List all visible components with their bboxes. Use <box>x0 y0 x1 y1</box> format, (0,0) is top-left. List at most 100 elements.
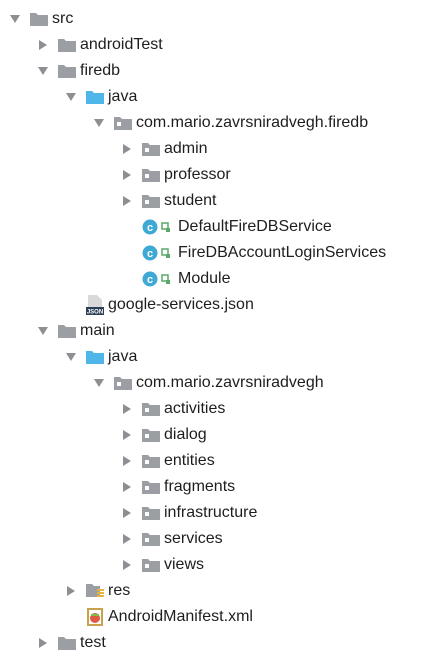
svg-text:JSON: JSON <box>87 310 103 316</box>
expand-arrow-icon[interactable] <box>64 90 78 104</box>
tree-row-professor[interactable]: professor <box>120 162 231 188</box>
tree-row-defaultfiredbservice[interactable]: c DefaultFireDBService <box>120 214 332 240</box>
tree-item-label: java <box>108 88 138 105</box>
tree-row-res[interactable]: res <box>64 578 130 604</box>
package-icon <box>142 505 160 521</box>
expand-arrow-icon[interactable] <box>36 64 50 78</box>
package-icon <box>114 115 132 131</box>
folder-blue-icon <box>86 349 104 365</box>
collapse-arrow-icon[interactable] <box>36 38 50 52</box>
project-tree: src androidTest firedb java com.mario.zavrsn… <box>0 0 442 663</box>
tree-row-firedb[interactable]: firedb <box>36 58 120 84</box>
tree-item-label: student <box>164 192 217 209</box>
collapse-arrow-icon[interactable] <box>120 168 134 182</box>
tree-item-label: androidTest <box>80 36 163 53</box>
collapse-arrow-icon[interactable] <box>120 194 134 208</box>
class-icon: c <box>142 271 174 287</box>
tree-row-views[interactable]: views <box>120 552 204 578</box>
package-icon <box>142 141 160 157</box>
tree-item-label: professor <box>164 166 231 183</box>
tree-row-infrastructure[interactable]: infrastructure <box>120 500 257 526</box>
tree-row-entities[interactable]: entities <box>120 448 215 474</box>
package-icon <box>142 427 160 443</box>
tree-row-services[interactable]: services <box>120 526 223 552</box>
manifest-file-icon <box>86 608 104 626</box>
tree-row-module[interactable]: c Module <box>120 266 230 292</box>
expand-arrow-icon[interactable] <box>64 350 78 364</box>
tree-item-label: services <box>164 530 223 547</box>
tree-row-com-mario-zavrsniradvegh[interactable]: com.mario.zavrsniradvegh <box>92 370 324 396</box>
class-icon: c <box>142 219 174 235</box>
tree-row-test[interactable]: test <box>36 630 106 656</box>
folder-blue-icon <box>86 89 104 105</box>
tree-row-src[interactable]: src <box>8 6 73 32</box>
tree-row-admin[interactable]: admin <box>120 136 208 162</box>
package-icon <box>114 375 132 391</box>
package-icon <box>142 557 160 573</box>
tree-item-label: fragments <box>164 478 236 495</box>
tree-row-google-services-json[interactable]: JSON google-services.json <box>64 292 254 318</box>
expand-arrow-icon[interactable] <box>92 376 106 390</box>
tree-row-fragments[interactable]: fragments <box>120 474 235 500</box>
tree-item-label: com.mario.zavrsniradvegh <box>136 374 324 391</box>
collapse-arrow-icon[interactable] <box>120 428 134 442</box>
folder-gray-icon <box>30 11 48 27</box>
folder-gray-icon <box>58 37 76 53</box>
tree-row-androidtest[interactable]: androidTest <box>36 32 163 58</box>
package-icon <box>142 193 160 209</box>
package-icon <box>142 401 160 417</box>
tree-item-label: activities <box>164 400 226 417</box>
svg-text:c: c <box>147 274 153 286</box>
collapse-arrow-icon[interactable] <box>120 402 134 416</box>
tree-row-firedbaccountloginservices[interactable]: c FireDBAccountLoginServices <box>120 240 386 266</box>
tree-row-main[interactable]: main <box>36 318 115 344</box>
class-icon: c <box>142 245 174 261</box>
tree-item-label: test <box>80 634 106 651</box>
tree-item-label: main <box>80 322 115 339</box>
collapse-arrow-icon[interactable] <box>64 584 78 598</box>
tree-item-label: infrastructure <box>164 504 258 521</box>
tree-item-label: res <box>108 582 131 599</box>
folder-gray-icon <box>58 635 76 651</box>
tree-item-label: java <box>108 348 138 365</box>
tree-item-label: FireDBAccountLoginServices <box>178 244 387 261</box>
collapse-arrow-icon[interactable] <box>120 506 134 520</box>
tree-item-label: DefaultFireDBService <box>178 218 332 235</box>
tree-item-label: google-services.json <box>108 296 254 313</box>
collapse-arrow-icon[interactable] <box>120 480 134 494</box>
tree-row-java[interactable]: java <box>64 344 137 370</box>
tree-item-label: com.mario.zavrsniradvegh.firedb <box>136 114 369 131</box>
tree-row-dialog[interactable]: dialog <box>120 422 207 448</box>
tree-item-label: src <box>52 10 74 27</box>
tree-item-label: Module <box>178 270 231 287</box>
collapse-arrow-icon[interactable] <box>120 142 134 156</box>
expand-arrow-icon[interactable] <box>8 12 22 26</box>
collapse-arrow-icon[interactable] <box>120 454 134 468</box>
tree-row-com-mario-zavrsniradvegh-firedb[interactable]: com.mario.zavrsniradvegh.firedb <box>92 110 368 136</box>
tree-row-student[interactable]: student <box>120 188 216 214</box>
expand-arrow-icon[interactable] <box>92 116 106 130</box>
package-icon <box>142 531 160 547</box>
collapse-arrow-icon[interactable] <box>36 636 50 650</box>
svg-text:c: c <box>147 222 153 234</box>
tree-item-label: dialog <box>164 426 207 443</box>
collapse-arrow-icon[interactable] <box>120 532 134 546</box>
tree-item-label: AndroidManifest.xml <box>108 608 253 625</box>
folder-gray-icon <box>58 323 76 339</box>
tree-row-activities[interactable]: activities <box>120 396 225 422</box>
tree-item-label: admin <box>164 140 208 157</box>
json-file-icon: JSON <box>86 295 104 316</box>
package-icon <box>142 453 160 469</box>
package-icon <box>142 479 160 495</box>
expand-arrow-icon[interactable] <box>36 324 50 338</box>
tree-row-java[interactable]: java <box>64 84 137 110</box>
svg-text:c: c <box>147 248 153 260</box>
package-icon <box>142 167 160 183</box>
collapse-arrow-icon[interactable] <box>120 558 134 572</box>
res-folder-icon <box>86 583 104 599</box>
tree-row-androidmanifest-xml[interactable]: AndroidManifest.xml <box>64 604 253 630</box>
tree-item-label: views <box>164 556 205 573</box>
tree-item-label: entities <box>164 452 215 469</box>
folder-gray-icon <box>58 63 76 79</box>
tree-item-label: firedb <box>80 62 121 79</box>
